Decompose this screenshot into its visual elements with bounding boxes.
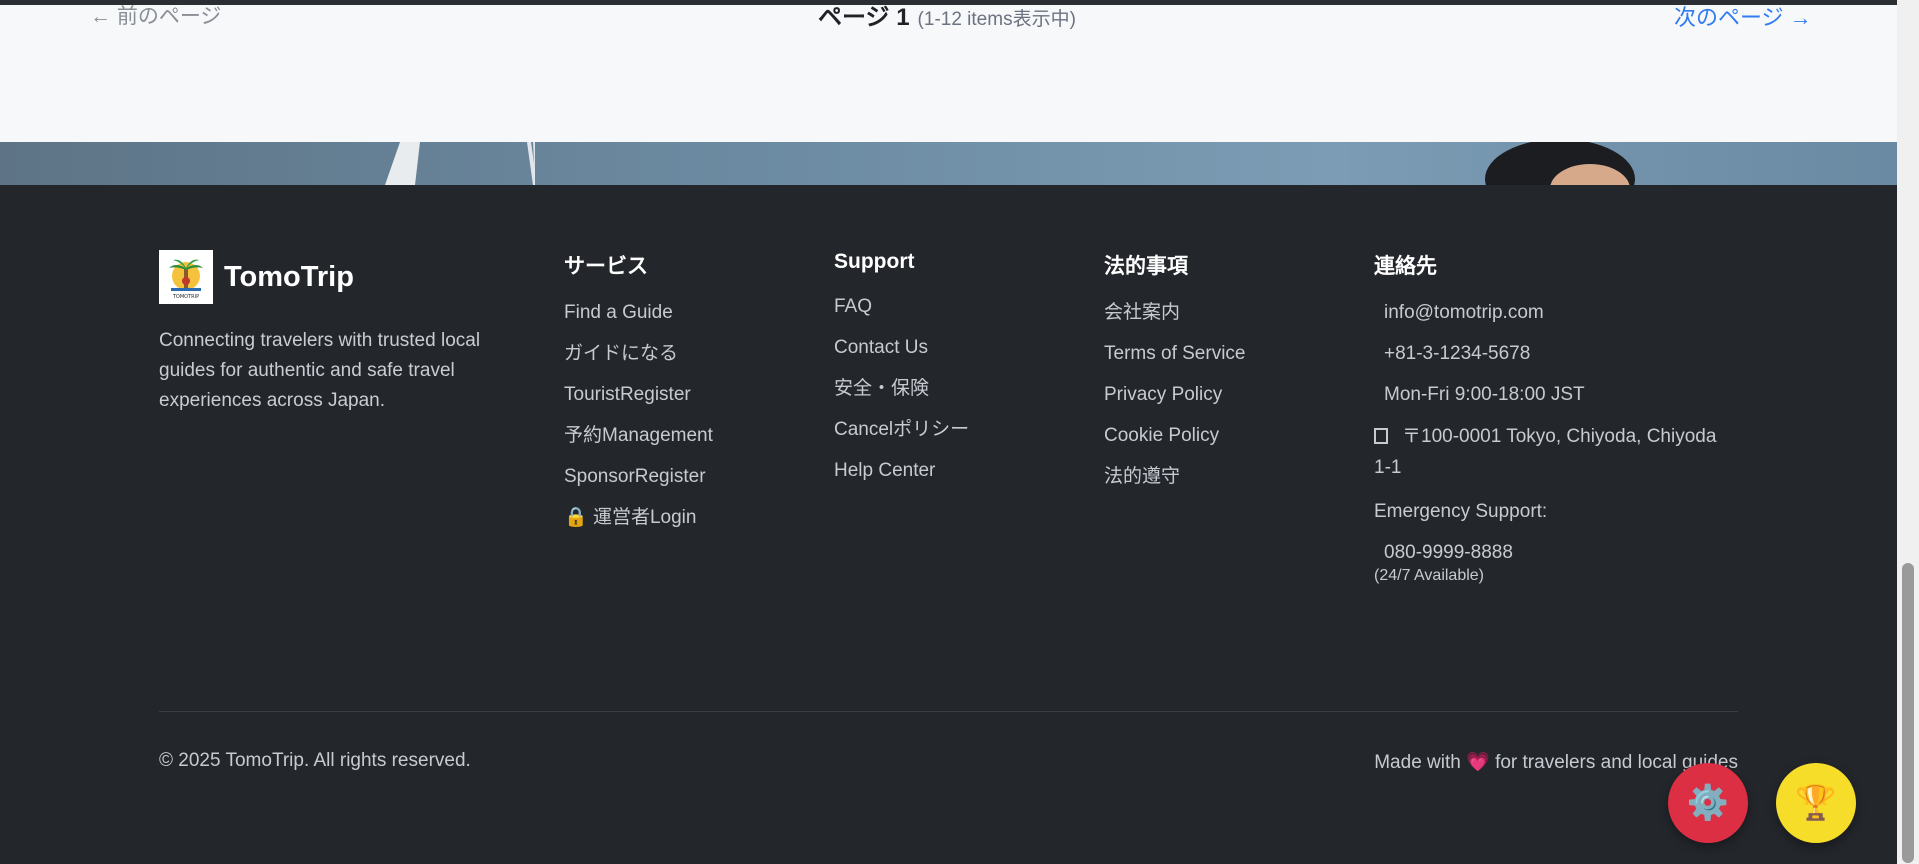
heart-icon: 💗	[1466, 752, 1490, 773]
sponsor-register-link[interactable]: SponsorRegister	[564, 464, 713, 505]
operator-login-link[interactable]: 🔒 運営者Login	[564, 505, 713, 546]
footer-support-column: Support FAQ Contact Us 安全・保険 Cancelポリシー …	[834, 250, 969, 499]
page-indicator: ページ 1 (1-12 items表示中)	[818, 0, 1076, 32]
services-heading: サービス	[564, 255, 648, 278]
operator-login-label: 運営者Login	[592, 507, 697, 528]
privacy-policy-link[interactable]: Privacy Policy	[1104, 382, 1245, 423]
footer-contact-column: 連絡先 info@tomotrip.com +81-3-1234-5678 Mo…	[1374, 250, 1734, 585]
contact-address: 〒100-0001 Tokyo, Chiyoda, Chiyoda 1-1	[1374, 421, 1734, 483]
next-page-link[interactable]: 次のページ →	[1674, 0, 1812, 32]
site-footer: TOMOTRIP TomoTrip Connecting travelers w…	[0, 185, 1897, 864]
sailboat-image	[385, 142, 535, 185]
terms-of-service-link[interactable]: Terms of Service	[1104, 341, 1245, 382]
settings-fab-button[interactable]: ⚙️	[1668, 763, 1748, 843]
support-heading: Support	[834, 250, 915, 273]
booking-management-link[interactable]: 予約Management	[564, 423, 713, 464]
trophy-fab-button[interactable]: 🏆	[1776, 763, 1856, 843]
scrollbar-thumb[interactable]	[1902, 563, 1914, 863]
prev-page-link[interactable]: ← 前のページ	[90, 0, 221, 30]
page-scrollbar[interactable]	[1897, 0, 1919, 864]
emergency-availability: (24/7 Available)	[1374, 567, 1484, 584]
palm-tree-logo-icon: TOMOTRIP	[169, 259, 203, 300]
cookie-policy-link[interactable]: Cookie Policy	[1104, 423, 1245, 464]
contact-heading: 連絡先	[1374, 255, 1437, 278]
copyright-text: © 2025 TomoTrip. All rights reserved.	[159, 750, 471, 771]
brand-tagline: Connecting travelers with trusted local …	[159, 330, 481, 411]
contact-us-link[interactable]: Contact Us	[834, 335, 969, 376]
cancel-policy-link[interactable]: Cancelポリシー	[834, 417, 969, 458]
find-guide-link[interactable]: Find a Guide	[564, 300, 713, 341]
brand-name: TomoTrip	[224, 260, 354, 293]
legal-heading: 法的事項	[1104, 255, 1188, 278]
tomotrip-logo: TOMOTRIP	[159, 250, 213, 304]
lock-icon: 🔒	[564, 507, 588, 528]
contact-phone[interactable]: +81-3-1234-5678	[1374, 341, 1734, 382]
pagination-area: ← 前のページ ページ 1 (1-12 items表示中) 次のページ →	[0, 4, 1897, 142]
items-count: (1-12 items表示中)	[917, 9, 1076, 30]
faq-link[interactable]: FAQ	[834, 294, 969, 335]
svg-text:TOMOTRIP: TOMOTRIP	[172, 294, 199, 300]
company-info-link[interactable]: 会社案内	[1104, 300, 1245, 341]
contact-email[interactable]: info@tomotrip.com	[1374, 300, 1734, 341]
gear-icon: ⚙️	[1686, 784, 1730, 822]
safety-insurance-link[interactable]: 安全・保険	[834, 376, 969, 417]
become-guide-link[interactable]: ガイドになる	[564, 341, 713, 382]
help-center-link[interactable]: Help Center	[834, 458, 969, 499]
made-with-prefix: Made with	[1374, 752, 1461, 773]
hero-image-strip	[0, 142, 1897, 185]
emergency-support-title: Emergency Support:	[1374, 501, 1548, 522]
footer-brand[interactable]: TOMOTRIP TomoTrip	[159, 250, 354, 304]
trophy-icon: 🏆	[1794, 784, 1838, 822]
legal-compliance-link[interactable]: 法的遵守	[1104, 464, 1245, 505]
footer-divider	[159, 711, 1738, 712]
footer-services-column: サービス Find a Guide ガイドになる TouristRegister…	[564, 250, 713, 546]
building-icon	[1374, 428, 1388, 444]
contact-address-text: 〒100-0001 Tokyo, Chiyoda, Chiyoda 1-1	[1374, 426, 1717, 478]
contact-hours: Mon-Fri 9:00-18:00 JST	[1384, 384, 1585, 405]
guide-photo	[1485, 142, 1635, 185]
footer-legal-column: 法的事項 会社案内 Terms of Service Privacy Polic…	[1104, 250, 1245, 505]
tourist-register-link[interactable]: TouristRegister	[564, 382, 713, 423]
page-label: ページ 1	[818, 4, 910, 31]
